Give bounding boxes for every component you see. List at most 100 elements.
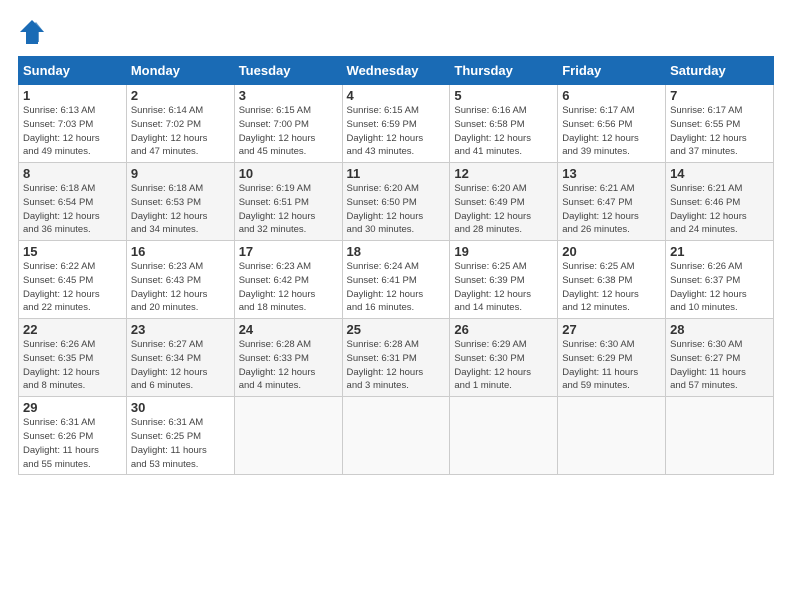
logo: [18, 18, 50, 46]
calendar-day-23: 23Sunrise: 6:27 AM Sunset: 6:34 PM Dayli…: [126, 319, 234, 397]
day-number: 8: [23, 166, 122, 181]
day-info: Sunrise: 6:18 AM Sunset: 6:54 PM Dayligh…: [23, 182, 122, 237]
day-number: 12: [454, 166, 553, 181]
day-info: Sunrise: 6:21 AM Sunset: 6:46 PM Dayligh…: [670, 182, 769, 237]
calendar-day-11: 11Sunrise: 6:20 AM Sunset: 6:50 PM Dayli…: [342, 163, 450, 241]
day-info: Sunrise: 6:30 AM Sunset: 6:27 PM Dayligh…: [670, 338, 769, 393]
day-info: Sunrise: 6:20 AM Sunset: 6:50 PM Dayligh…: [347, 182, 446, 237]
day-number: 27: [562, 322, 661, 337]
day-info: Sunrise: 6:24 AM Sunset: 6:41 PM Dayligh…: [347, 260, 446, 315]
day-number: 3: [239, 88, 338, 103]
day-info: Sunrise: 6:31 AM Sunset: 6:25 PM Dayligh…: [131, 416, 230, 471]
page: SundayMondayTuesdayWednesdayThursdayFrid…: [0, 0, 792, 485]
day-number: 29: [23, 400, 122, 415]
calendar-day-21: 21Sunrise: 6:26 AM Sunset: 6:37 PM Dayli…: [666, 241, 774, 319]
calendar-week-3: 15Sunrise: 6:22 AM Sunset: 6:45 PM Dayli…: [19, 241, 774, 319]
calendar-day-24: 24Sunrise: 6:28 AM Sunset: 6:33 PM Dayli…: [234, 319, 342, 397]
calendar-day-25: 25Sunrise: 6:28 AM Sunset: 6:31 PM Dayli…: [342, 319, 450, 397]
day-number: 5: [454, 88, 553, 103]
day-info: Sunrise: 6:31 AM Sunset: 6:26 PM Dayligh…: [23, 416, 122, 471]
calendar-week-4: 22Sunrise: 6:26 AM Sunset: 6:35 PM Dayli…: [19, 319, 774, 397]
calendar-day-29: 29Sunrise: 6:31 AM Sunset: 6:26 PM Dayli…: [19, 397, 127, 475]
calendar-day-30: 30Sunrise: 6:31 AM Sunset: 6:25 PM Dayli…: [126, 397, 234, 475]
day-info: Sunrise: 6:14 AM Sunset: 7:02 PM Dayligh…: [131, 104, 230, 159]
day-number: 18: [347, 244, 446, 259]
calendar: SundayMondayTuesdayWednesdayThursdayFrid…: [18, 56, 774, 475]
day-info: Sunrise: 6:28 AM Sunset: 6:33 PM Dayligh…: [239, 338, 338, 393]
day-info: Sunrise: 6:19 AM Sunset: 6:51 PM Dayligh…: [239, 182, 338, 237]
day-number: 20: [562, 244, 661, 259]
day-number: 15: [23, 244, 122, 259]
day-number: 24: [239, 322, 338, 337]
calendar-day-15: 15Sunrise: 6:22 AM Sunset: 6:45 PM Dayli…: [19, 241, 127, 319]
calendar-day-18: 18Sunrise: 6:24 AM Sunset: 6:41 PM Dayli…: [342, 241, 450, 319]
weekday-header-thursday: Thursday: [450, 57, 558, 85]
calendar-day-26: 26Sunrise: 6:29 AM Sunset: 6:30 PM Dayli…: [450, 319, 558, 397]
day-info: Sunrise: 6:27 AM Sunset: 6:34 PM Dayligh…: [131, 338, 230, 393]
day-info: Sunrise: 6:25 AM Sunset: 6:38 PM Dayligh…: [562, 260, 661, 315]
empty-cell: [234, 397, 342, 475]
day-number: 6: [562, 88, 661, 103]
empty-cell: [450, 397, 558, 475]
day-number: 28: [670, 322, 769, 337]
calendar-day-19: 19Sunrise: 6:25 AM Sunset: 6:39 PM Dayli…: [450, 241, 558, 319]
calendar-day-14: 14Sunrise: 6:21 AM Sunset: 6:46 PM Dayli…: [666, 163, 774, 241]
calendar-day-16: 16Sunrise: 6:23 AM Sunset: 6:43 PM Dayli…: [126, 241, 234, 319]
calendar-day-17: 17Sunrise: 6:23 AM Sunset: 6:42 PM Dayli…: [234, 241, 342, 319]
calendar-week-2: 8Sunrise: 6:18 AM Sunset: 6:54 PM Daylig…: [19, 163, 774, 241]
day-info: Sunrise: 6:26 AM Sunset: 6:35 PM Dayligh…: [23, 338, 122, 393]
calendar-day-12: 12Sunrise: 6:20 AM Sunset: 6:49 PM Dayli…: [450, 163, 558, 241]
day-number: 19: [454, 244, 553, 259]
weekday-header-saturday: Saturday: [666, 57, 774, 85]
day-info: Sunrise: 6:20 AM Sunset: 6:49 PM Dayligh…: [454, 182, 553, 237]
day-info: Sunrise: 6:17 AM Sunset: 6:55 PM Dayligh…: [670, 104, 769, 159]
day-number: 21: [670, 244, 769, 259]
day-info: Sunrise: 6:23 AM Sunset: 6:43 PM Dayligh…: [131, 260, 230, 315]
empty-cell: [342, 397, 450, 475]
day-info: Sunrise: 6:26 AM Sunset: 6:37 PM Dayligh…: [670, 260, 769, 315]
day-number: 2: [131, 88, 230, 103]
day-number: 1: [23, 88, 122, 103]
weekday-header-sunday: Sunday: [19, 57, 127, 85]
day-number: 9: [131, 166, 230, 181]
calendar-day-20: 20Sunrise: 6:25 AM Sunset: 6:38 PM Dayli…: [558, 241, 666, 319]
day-number: 13: [562, 166, 661, 181]
day-number: 26: [454, 322, 553, 337]
calendar-day-5: 5Sunrise: 6:16 AM Sunset: 6:58 PM Daylig…: [450, 85, 558, 163]
day-number: 7: [670, 88, 769, 103]
day-number: 4: [347, 88, 446, 103]
calendar-day-10: 10Sunrise: 6:19 AM Sunset: 6:51 PM Dayli…: [234, 163, 342, 241]
calendar-week-5: 29Sunrise: 6:31 AM Sunset: 6:26 PM Dayli…: [19, 397, 774, 475]
calendar-day-13: 13Sunrise: 6:21 AM Sunset: 6:47 PM Dayli…: [558, 163, 666, 241]
day-number: 25: [347, 322, 446, 337]
header: [18, 18, 774, 46]
day-number: 14: [670, 166, 769, 181]
day-info: Sunrise: 6:18 AM Sunset: 6:53 PM Dayligh…: [131, 182, 230, 237]
calendar-week-1: 1Sunrise: 6:13 AM Sunset: 7:03 PM Daylig…: [19, 85, 774, 163]
calendar-day-6: 6Sunrise: 6:17 AM Sunset: 6:56 PM Daylig…: [558, 85, 666, 163]
calendar-day-9: 9Sunrise: 6:18 AM Sunset: 6:53 PM Daylig…: [126, 163, 234, 241]
day-info: Sunrise: 6:30 AM Sunset: 6:29 PM Dayligh…: [562, 338, 661, 393]
empty-cell: [558, 397, 666, 475]
weekday-header-friday: Friday: [558, 57, 666, 85]
empty-cell: [666, 397, 774, 475]
calendar-day-28: 28Sunrise: 6:30 AM Sunset: 6:27 PM Dayli…: [666, 319, 774, 397]
day-info: Sunrise: 6:29 AM Sunset: 6:30 PM Dayligh…: [454, 338, 553, 393]
day-info: Sunrise: 6:13 AM Sunset: 7:03 PM Dayligh…: [23, 104, 122, 159]
day-info: Sunrise: 6:21 AM Sunset: 6:47 PM Dayligh…: [562, 182, 661, 237]
day-info: Sunrise: 6:15 AM Sunset: 7:00 PM Dayligh…: [239, 104, 338, 159]
day-info: Sunrise: 6:17 AM Sunset: 6:56 PM Dayligh…: [562, 104, 661, 159]
weekday-header-tuesday: Tuesday: [234, 57, 342, 85]
weekday-header-monday: Monday: [126, 57, 234, 85]
day-info: Sunrise: 6:25 AM Sunset: 6:39 PM Dayligh…: [454, 260, 553, 315]
day-info: Sunrise: 6:16 AM Sunset: 6:58 PM Dayligh…: [454, 104, 553, 159]
weekday-header-wednesday: Wednesday: [342, 57, 450, 85]
calendar-day-27: 27Sunrise: 6:30 AM Sunset: 6:29 PM Dayli…: [558, 319, 666, 397]
calendar-day-8: 8Sunrise: 6:18 AM Sunset: 6:54 PM Daylig…: [19, 163, 127, 241]
day-info: Sunrise: 6:23 AM Sunset: 6:42 PM Dayligh…: [239, 260, 338, 315]
day-info: Sunrise: 6:22 AM Sunset: 6:45 PM Dayligh…: [23, 260, 122, 315]
logo-icon: [18, 18, 46, 46]
calendar-day-7: 7Sunrise: 6:17 AM Sunset: 6:55 PM Daylig…: [666, 85, 774, 163]
day-number: 11: [347, 166, 446, 181]
calendar-day-3: 3Sunrise: 6:15 AM Sunset: 7:00 PM Daylig…: [234, 85, 342, 163]
